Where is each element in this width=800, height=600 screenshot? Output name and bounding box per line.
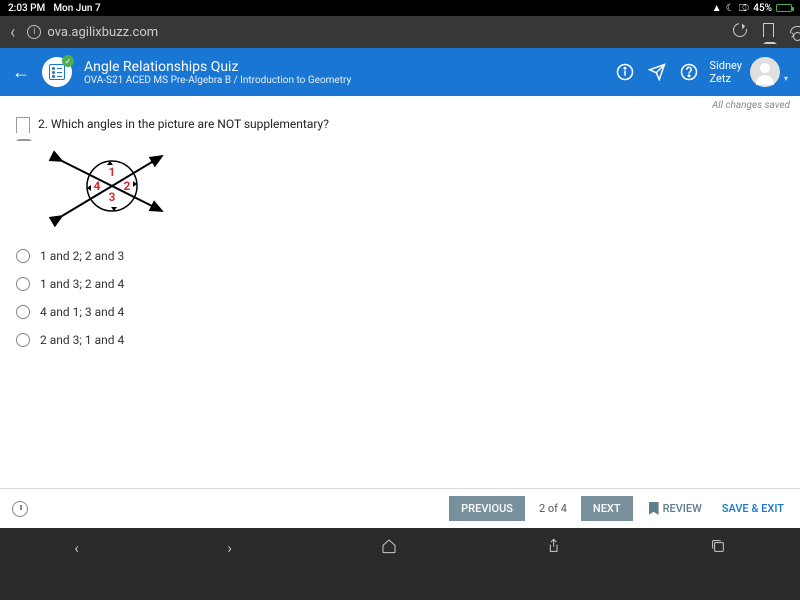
url-bar[interactable]: i ova.agilixbuzz.com	[27, 25, 721, 40]
option-a[interactable]: 1 and 2; 2 and 3	[16, 249, 800, 263]
question-text: 2. Which angles in the picture are NOT s…	[38, 117, 329, 133]
user-menu[interactable]: Sidney Zetz ▾	[710, 57, 788, 87]
timer-button[interactable]	[12, 501, 28, 517]
page-indicator: 2 of 4	[533, 502, 573, 515]
svg-text:4: 4	[94, 179, 101, 193]
device-bottom-nav: ‹ ›	[0, 528, 800, 568]
previous-button[interactable]: PREVIOUS	[449, 496, 525, 521]
answer-options: 1 and 2; 2 and 3 1 and 3; 2 and 4 4 and …	[0, 245, 800, 347]
site-info-icon[interactable]: i	[27, 25, 41, 39]
angle-diagram: 1 2 3 4	[42, 141, 800, 235]
save-exit-button[interactable]: SAVE & EXIT	[718, 502, 788, 515]
battery-percent: 45%	[753, 3, 772, 14]
option-d[interactable]: 2 and 3; 1 and 4	[16, 333, 800, 347]
chevron-down-icon: ▾	[784, 74, 788, 83]
app-header: ← ✓ Angle Relationships Quiz OVA-S21 ACE…	[0, 48, 800, 96]
browser-toolbar: ‹ i ova.agilixbuzz.com	[0, 16, 800, 48]
quiz-icon: ✓	[42, 57, 72, 87]
user-last-name: Zetz	[710, 72, 742, 85]
review-button[interactable]: REVIEW	[641, 502, 710, 515]
headphones-icon: ⎄	[739, 3, 750, 14]
bookmark-button[interactable]	[763, 23, 774, 41]
radio-icon	[16, 333, 30, 347]
browser-back-button[interactable]: ‹	[10, 22, 15, 43]
svg-text:3: 3	[109, 190, 116, 204]
url-text: ova.agilixbuzz.com	[47, 25, 158, 40]
quiz-footer: PREVIOUS 2 of 4 NEXT REVIEW SAVE & EXIT	[0, 488, 800, 528]
quiz-content: All changes saved 2. Which angles in the…	[0, 96, 800, 528]
nav-home-button[interactable]	[381, 538, 397, 558]
nav-share-button[interactable]	[545, 538, 561, 558]
bookmark-icon	[649, 502, 659, 515]
save-status: All changes saved	[0, 96, 800, 111]
nav-forward-button[interactable]: ›	[227, 539, 232, 557]
send-button[interactable]	[648, 63, 666, 81]
svg-text:2: 2	[124, 179, 131, 193]
bookmark-question-button[interactable]	[16, 117, 30, 133]
status-time: 2:03 PM	[8, 3, 45, 14]
device-status-bar: 2:03 PM Mon Jun 7 ▲ ☾ ⎄ 45%	[0, 0, 800, 16]
user-first-name: Sidney	[710, 59, 742, 72]
app-back-button[interactable]: ←	[12, 62, 30, 83]
help-button[interactable]	[680, 63, 698, 81]
avatar	[750, 57, 780, 87]
option-c[interactable]: 4 and 1; 3 and 4	[16, 305, 800, 319]
radio-icon	[16, 305, 30, 319]
reload-button[interactable]	[733, 23, 747, 41]
nav-tabs-button[interactable]	[710, 538, 726, 558]
svg-text:1: 1	[109, 165, 116, 179]
quiz-title: Angle Relationships Quiz	[84, 59, 604, 75]
option-b[interactable]: 1 and 3; 2 and 4	[16, 277, 800, 291]
nav-back-button[interactable]: ‹	[74, 539, 79, 557]
breadcrumb: OVA-S21 ACED MS Pre-Algebra B / Introduc…	[84, 75, 604, 86]
battery-icon	[776, 4, 792, 12]
moon-icon: ☾	[726, 3, 735, 14]
next-button[interactable]: NEXT	[581, 496, 633, 521]
info-button[interactable]	[616, 63, 634, 81]
radio-icon	[16, 249, 30, 263]
radio-icon	[16, 277, 30, 291]
wifi-icon: ▲	[712, 3, 722, 14]
status-date: Mon Jun 7	[53, 3, 100, 14]
